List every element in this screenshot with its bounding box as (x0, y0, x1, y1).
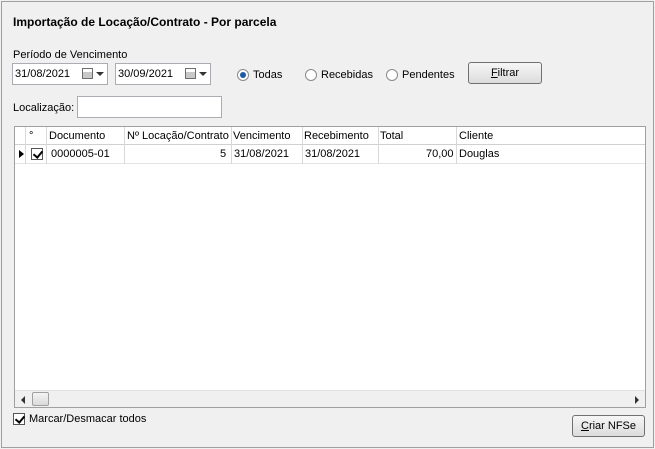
radio-pendentes[interactable]: Pendentes (386, 67, 455, 83)
start-date-value: 31/08/2021 (15, 68, 71, 80)
column-header-vencimento[interactable]: Vencimento (233, 130, 290, 142)
cell-documento: 0000005-01 (51, 148, 110, 160)
radio-recebidas-label: Recebidas (321, 69, 373, 81)
dialog-title: Importação de Locação/Contrato - Por par… (13, 15, 277, 29)
radio-selected-icon[interactable] (237, 69, 249, 81)
radio-todas[interactable]: Todas (237, 67, 282, 83)
column-header-documento[interactable]: Documento (49, 130, 105, 142)
column-header-locacao[interactable]: Nº Locação/Contrato (127, 130, 229, 142)
mark-all-label[interactable]: Marcar/Desmacar todos (29, 413, 146, 425)
table-row[interactable]: 0000005-01 5 31/08/2021 31/08/2021 70,00… (15, 145, 645, 164)
cell-total: 70,00 (426, 148, 454, 160)
start-date-picker[interactable]: 31/08/2021 (12, 63, 108, 85)
end-date-picker[interactable]: 30/09/2021 (115, 63, 211, 85)
period-label: Período de Vencimento (13, 49, 128, 61)
location-label: Localização: (13, 102, 75, 114)
filter-button-label: iltrar (497, 67, 520, 79)
scroll-right-icon[interactable] (635, 396, 639, 404)
column-header-recebimento[interactable]: Recebimento (304, 130, 369, 142)
column-header-check[interactable]: ° (29, 130, 33, 142)
cell-cliente: Douglas (459, 148, 500, 160)
scroll-thumb[interactable] (32, 392, 49, 406)
import-dialog: Importação de Locação/Contrato - Por par… (1, 1, 654, 448)
horizontal-scrollbar[interactable] (15, 390, 645, 407)
row-pointer-icon (19, 150, 24, 158)
radio-recebidas[interactable]: Recebidas (305, 67, 373, 83)
column-header-cliente[interactable]: Cliente (459, 130, 493, 142)
mark-all-checkbox[interactable] (13, 413, 25, 425)
column-header-total[interactable]: Total (380, 130, 403, 142)
create-nfse-button[interactable]: Criar NFSe (572, 415, 645, 437)
cell-locacao: 5 (220, 148, 227, 160)
cell-recebimento: 31/08/2021 (305, 148, 361, 160)
create-nfse-label: riar NFSe (588, 420, 636, 432)
filter-button[interactable]: Filtrar (468, 62, 542, 84)
create-nfse-accel: C (580, 420, 589, 432)
calendar-icon[interactable] (185, 68, 196, 79)
location-input[interactable] (77, 96, 222, 118)
grid-header: ° Documento Nº Locação/Contrato Vencimen… (15, 127, 645, 145)
calendar-icon[interactable] (82, 68, 93, 79)
cell-vencimento: 31/08/2021 (234, 148, 290, 160)
chevron-down-icon[interactable] (199, 72, 207, 76)
scroll-left-icon[interactable] (21, 396, 25, 404)
radio-todas-label: Todas (253, 69, 283, 81)
radio-unselected-icon[interactable] (386, 69, 398, 81)
row-checkbox[interactable] (31, 148, 43, 160)
parcel-grid: ° Documento Nº Locação/Contrato Vencimen… (14, 126, 646, 408)
radio-unselected-icon[interactable] (305, 69, 317, 81)
radio-pendentes-label: Pendentes (402, 69, 455, 81)
chevron-down-icon[interactable] (96, 72, 104, 76)
end-date-value: 30/09/2021 (118, 68, 174, 80)
filter-button-accel: F (490, 67, 498, 79)
